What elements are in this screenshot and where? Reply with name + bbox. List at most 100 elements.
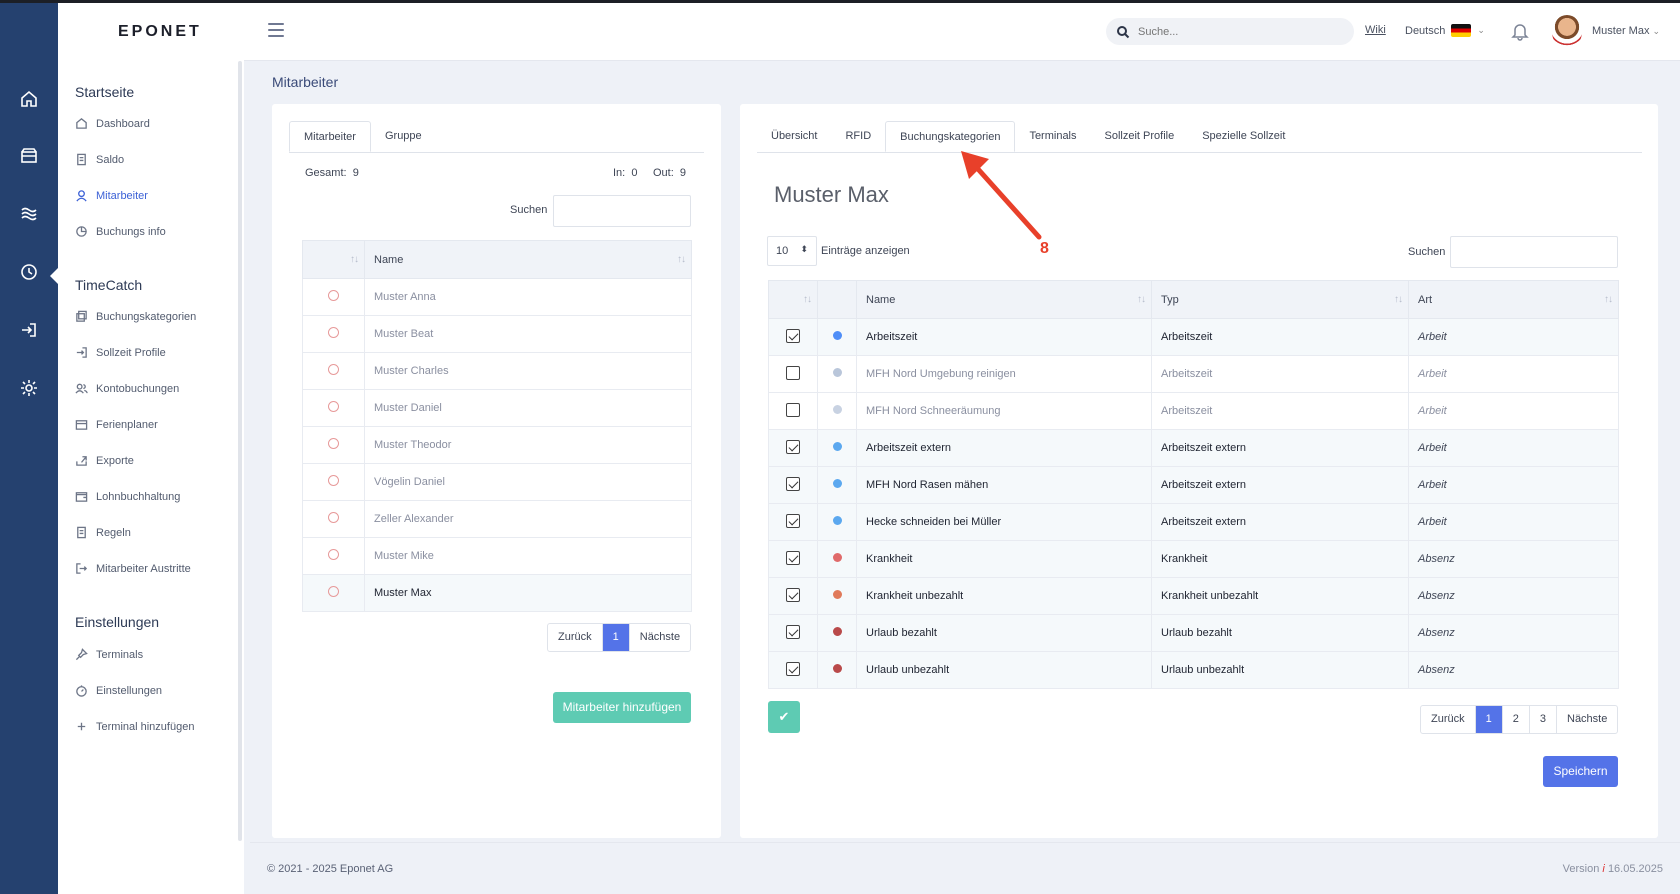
table-row[interactable]: Muster Daniel bbox=[302, 389, 692, 427]
category-search-input[interactable] bbox=[1450, 236, 1618, 268]
sidebar-item-sollzeit-profile[interactable]: Sollzeit Profile bbox=[75, 346, 166, 359]
table-row-selected[interactable]: Muster Max bbox=[302, 574, 692, 612]
table-row[interactable]: Urlaub bezahlt Urlaub bezahlt Absenz bbox=[768, 614, 1619, 652]
table-row[interactable]: Krankheit unbezahlt Krankheit unbezahlt … bbox=[768, 577, 1619, 615]
in-count: In: 0 bbox=[613, 167, 638, 179]
pagination-page-1[interactable]: 1 bbox=[1474, 706, 1502, 733]
row-checkbox[interactable] bbox=[786, 550, 800, 565]
check-column-header[interactable]: ↑↓ bbox=[768, 280, 818, 319]
pin-icon bbox=[75, 648, 88, 661]
pagination-next[interactable]: Nächste bbox=[1556, 706, 1617, 733]
home-icon[interactable] bbox=[19, 89, 39, 109]
sidebar-item-ferienplaner[interactable]: Ferienplaner bbox=[75, 418, 158, 431]
save-button[interactable]: Speichern bbox=[1543, 756, 1618, 787]
sidebar-item-einstellungen[interactable]: Einstellungen bbox=[75, 684, 162, 697]
pagination-page-2[interactable]: 2 bbox=[1501, 706, 1529, 733]
global-search-input[interactable] bbox=[1138, 25, 1328, 38]
avatar[interactable] bbox=[1552, 15, 1582, 49]
name-column-header[interactable]: Name ↑↓ bbox=[364, 240, 692, 279]
store-icon[interactable] bbox=[19, 146, 39, 166]
sidebar-item-regeln[interactable]: Regeln bbox=[75, 526, 131, 539]
radio-button[interactable] bbox=[328, 364, 339, 375]
row-checkbox[interactable] bbox=[786, 513, 800, 528]
sidebar-item-buchungs-info[interactable]: Buchungs info bbox=[75, 225, 166, 238]
login-icon[interactable] bbox=[19, 320, 39, 340]
table-row[interactable]: MFH Nord Umgebung reinigen Arbeitszeit A… bbox=[768, 355, 1619, 393]
tab-uebersicht[interactable]: Übersicht bbox=[757, 121, 831, 152]
sidebar-item-buchungskategorien[interactable]: Buchungskategorien bbox=[75, 310, 196, 323]
row-checkbox[interactable] bbox=[786, 624, 800, 639]
sidebar-item-mitarbeiter[interactable]: Mitarbeiter bbox=[75, 189, 148, 202]
radio-button[interactable] bbox=[328, 438, 339, 449]
row-checkbox[interactable] bbox=[786, 402, 800, 417]
radio-button[interactable] bbox=[328, 586, 339, 597]
section-einstellungen: Einstellungen bbox=[75, 614, 160, 630]
radio-button[interactable] bbox=[328, 475, 339, 486]
sidebar-item-terminals[interactable]: Terminals bbox=[75, 648, 143, 661]
table-row[interactable]: Muster Mike bbox=[302, 537, 692, 575]
sidebar-item-exporte[interactable]: Exporte bbox=[75, 454, 134, 467]
annotation-label: 8 bbox=[1040, 240, 1049, 257]
sidebar-item-kontobuchungen[interactable]: Kontobuchungen bbox=[75, 382, 179, 395]
name-column-header[interactable]: Name ↑↓ bbox=[856, 280, 1152, 319]
pagination-next[interactable]: Nächste bbox=[628, 624, 690, 651]
tab-sollzeit-profile[interactable]: Sollzeit Profile bbox=[1091, 121, 1189, 152]
sidebar-item-saldo[interactable]: Saldo bbox=[75, 153, 124, 166]
tab-mitarbeiter[interactable]: Mitarbeiter bbox=[289, 121, 371, 152]
radio-button[interactable] bbox=[328, 290, 339, 301]
table-row[interactable]: Arbeitszeit extern Arbeitszeit extern Ar… bbox=[768, 429, 1619, 467]
table-row[interactable]: Arbeitszeit Arbeitszeit Arbeit bbox=[768, 318, 1619, 356]
radio-button[interactable] bbox=[328, 327, 339, 338]
pagination-page[interactable]: 1 bbox=[601, 624, 629, 651]
tab-spezielle-sollzeit[interactable]: Spezielle Sollzeit bbox=[1188, 121, 1299, 152]
row-checkbox[interactable] bbox=[786, 587, 800, 602]
typ-column-header[interactable]: Typ ↑↓ bbox=[1151, 280, 1409, 319]
sidebar-item-dashboard[interactable]: Dashboard bbox=[75, 117, 150, 130]
table-row[interactable]: Muster Anna bbox=[302, 278, 692, 316]
sidebar-item-mitarbeiter-austritte[interactable]: Mitarbeiter Austritte bbox=[75, 562, 191, 575]
info-icon[interactable]: i bbox=[1602, 863, 1604, 875]
pagination-page-3[interactable]: 3 bbox=[1528, 706, 1556, 733]
table-row[interactable]: Urlaub unbezahlt Urlaub unbezahlt Absenz bbox=[768, 651, 1619, 689]
table-row[interactable]: Vögelin Daniel bbox=[302, 463, 692, 501]
row-checkbox[interactable] bbox=[786, 476, 800, 491]
sidebar-item-lohnbuchhaltung[interactable]: Lohnbuchhaltung bbox=[75, 490, 180, 503]
table-row[interactable]: Hecke schneiden bei Müller Arbeitszeit e… bbox=[768, 503, 1619, 541]
art-column-header[interactable]: Art ↑↓ bbox=[1408, 280, 1619, 319]
table-row[interactable]: MFH Nord Schneeräumung Arbeitszeit Arbei… bbox=[768, 392, 1619, 430]
menu-toggle-icon[interactable] bbox=[268, 23, 284, 37]
select-column-header[interactable]: ↑↓ bbox=[302, 240, 365, 279]
global-search[interactable] bbox=[1106, 18, 1354, 45]
user-menu[interactable]: Muster Max ⌄ bbox=[1592, 25, 1660, 37]
table-row[interactable]: Krankheit Krankheit Absenz bbox=[768, 540, 1619, 578]
employee-tabs: Mitarbeiter Gruppe bbox=[289, 121, 704, 153]
row-checkbox[interactable] bbox=[786, 439, 800, 454]
add-employee-button[interactable]: Mitarbeiter hinzufügen bbox=[553, 692, 691, 723]
table-row[interactable]: Muster Charles bbox=[302, 352, 692, 390]
employee-search-input[interactable] bbox=[553, 195, 691, 227]
gear-icon[interactable] bbox=[19, 378, 39, 398]
tab-rfid[interactable]: RFID bbox=[831, 121, 885, 152]
bell-icon[interactable] bbox=[1511, 21, 1529, 41]
tab-gruppe[interactable]: Gruppe bbox=[371, 121, 436, 152]
sidebar-scrollbar[interactable] bbox=[238, 61, 242, 841]
table-row[interactable]: MFH Nord Rasen mähen Arbeitszeit extern … bbox=[768, 466, 1619, 504]
row-checkbox[interactable] bbox=[786, 328, 800, 343]
select-all-button[interactable]: ✔ bbox=[768, 701, 800, 733]
page-size-select[interactable]: 10 ⬍ bbox=[767, 236, 817, 266]
waves-icon[interactable] bbox=[19, 204, 39, 224]
language-selector[interactable]: Deutsch ⌄ bbox=[1405, 24, 1485, 37]
sidebar-item-terminal-hinzufuegen[interactable]: Terminal hinzufügen bbox=[75, 720, 194, 733]
radio-button[interactable] bbox=[328, 549, 339, 560]
table-row[interactable]: Muster Theodor bbox=[302, 426, 692, 464]
table-row[interactable]: Zeller Alexander bbox=[302, 500, 692, 538]
table-row[interactable]: Muster Beat bbox=[302, 315, 692, 353]
radio-button[interactable] bbox=[328, 401, 339, 412]
row-checkbox[interactable] bbox=[786, 365, 800, 380]
clock-icon[interactable] bbox=[19, 262, 39, 282]
row-checkbox[interactable] bbox=[786, 661, 800, 676]
radio-button[interactable] bbox=[328, 512, 339, 523]
wiki-link[interactable]: Wiki bbox=[1365, 24, 1386, 36]
pagination-prev[interactable]: Zurück bbox=[548, 624, 602, 651]
pagination-prev[interactable]: Zurück bbox=[1421, 706, 1475, 733]
